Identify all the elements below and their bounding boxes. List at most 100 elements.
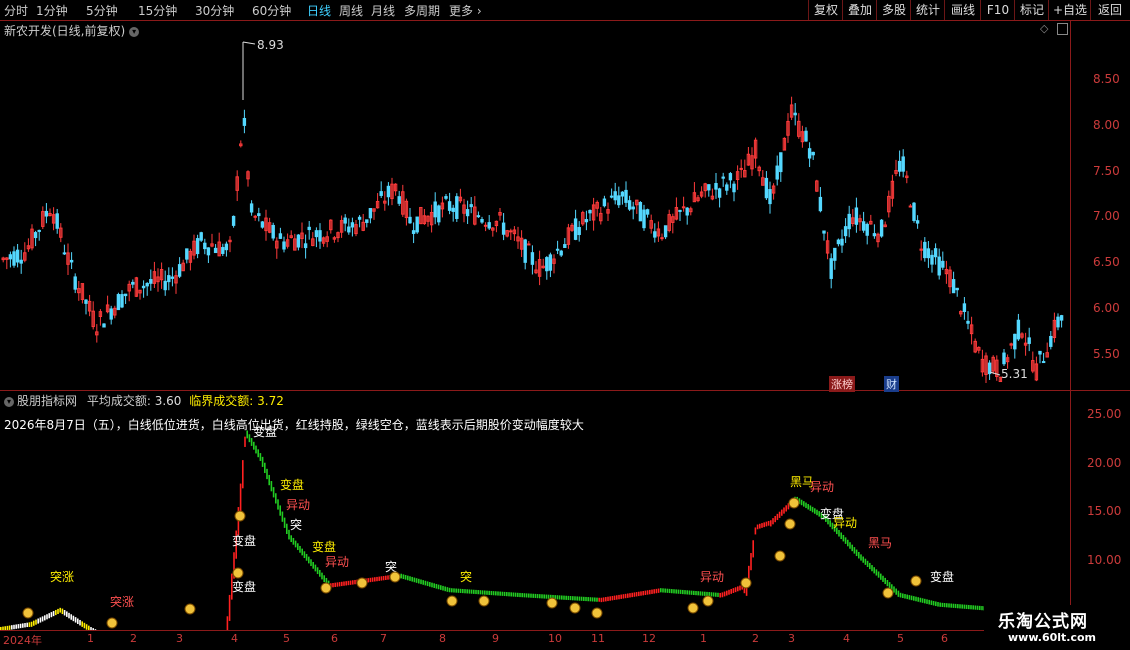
price-tick: 6.00 bbox=[1093, 301, 1120, 315]
draw-line-button[interactable]: 画线 bbox=[944, 0, 981, 20]
f10-button[interactable]: F10 bbox=[980, 0, 1015, 20]
mark-button[interactable]: 标记 bbox=[1014, 0, 1049, 20]
indicator-bar bbox=[851, 544, 853, 552]
axis-divider bbox=[1070, 20, 1071, 630]
indicator-bar bbox=[965, 604, 968, 609]
candle-body bbox=[822, 230, 826, 234]
money-bag-icon bbox=[702, 595, 714, 607]
candle-body bbox=[764, 177, 769, 199]
indicator-bar bbox=[629, 593, 631, 598]
indicator-bar bbox=[519, 592, 521, 598]
period-tab-5min[interactable]: 5分钟 bbox=[86, 2, 118, 19]
candle-body bbox=[602, 198, 607, 207]
period-tab-more[interactable]: 更多 › bbox=[449, 2, 482, 19]
candle-body bbox=[955, 287, 959, 291]
statistics-button[interactable]: 统计 bbox=[910, 0, 945, 20]
indicator-bar bbox=[475, 589, 477, 595]
candle-body bbox=[678, 209, 682, 212]
candle-body bbox=[933, 248, 938, 258]
period-tab-monthly[interactable]: 月线 bbox=[371, 2, 395, 19]
candle-body bbox=[12, 251, 16, 266]
indicator-bar bbox=[829, 520, 831, 527]
indicator-bar bbox=[532, 593, 534, 598]
date-tick: 4 bbox=[843, 632, 850, 645]
candle-body bbox=[941, 260, 945, 268]
indicator-bar bbox=[589, 597, 592, 602]
indicator-bar bbox=[22, 623, 24, 628]
add-watchlist-button[interactable]: +自选 bbox=[1048, 0, 1091, 20]
indicator-bar bbox=[776, 513, 779, 521]
back-button[interactable]: 返回 bbox=[1090, 0, 1129, 20]
candle-body bbox=[663, 225, 668, 238]
finance-tag[interactable]: 财 bbox=[884, 376, 899, 392]
candle-body bbox=[847, 213, 851, 230]
indicator-bar bbox=[79, 619, 81, 626]
candle-body bbox=[307, 226, 311, 231]
indicator-bar bbox=[52, 611, 55, 617]
indicator-bar bbox=[926, 599, 928, 604]
period-tab-weekly[interactable]: 周线 bbox=[339, 2, 363, 19]
period-tab-daily[interactable]: 日线 bbox=[307, 2, 331, 19]
indicator-bar bbox=[671, 589, 673, 594]
indicator-bar bbox=[479, 590, 482, 595]
overlay-button[interactable]: 叠加 bbox=[842, 0, 877, 20]
indicator-bar bbox=[26, 622, 28, 628]
indicator-bar bbox=[583, 596, 585, 601]
indicator-bar bbox=[778, 511, 781, 518]
indicator-bar bbox=[756, 524, 759, 530]
indicator-bar bbox=[530, 593, 532, 598]
indicator-bar bbox=[924, 598, 926, 604]
candle-body bbox=[120, 294, 124, 308]
indicator-bar bbox=[699, 591, 702, 596]
indicator-bar bbox=[246, 430, 248, 439]
indicator-chart: 变盘变盘异动突变盘异动变盘异动黑马变盘黑马异动变盘突涨突涨突突 异动 变盘 bbox=[0, 424, 1001, 630]
candle-body bbox=[149, 279, 153, 284]
candle-body bbox=[681, 206, 686, 209]
indicator-bar bbox=[431, 582, 433, 588]
restore-rights-button[interactable]: 复权 bbox=[808, 0, 843, 20]
gainers-tag[interactable]: 涨榜 bbox=[829, 376, 855, 392]
indicator-bar bbox=[635, 592, 638, 597]
indicator-bar bbox=[737, 586, 739, 592]
period-tab-30min[interactable]: 30分钟 bbox=[195, 2, 234, 19]
indicator-bar bbox=[860, 554, 862, 561]
money-bag-icon bbox=[446, 595, 458, 607]
period-tab-timeshare[interactable]: 分时 bbox=[4, 2, 28, 19]
candle-body bbox=[260, 221, 265, 228]
indicator-bar bbox=[653, 589, 655, 594]
indicator-bar bbox=[576, 596, 578, 601]
money-bag-icon bbox=[774, 550, 786, 562]
date-tick: 6 bbox=[331, 632, 338, 645]
indicator-bar bbox=[574, 596, 576, 601]
period-tab-1min[interactable]: 1分钟 bbox=[36, 2, 68, 19]
period-tab-multi[interactable]: 多周期 bbox=[404, 2, 440, 19]
indicator-bar bbox=[677, 589, 680, 594]
date-tick: 11 bbox=[591, 632, 605, 645]
period-tab-15min[interactable]: 15分钟 bbox=[138, 2, 177, 19]
money-bag-icon bbox=[234, 510, 246, 522]
candle-body bbox=[170, 276, 175, 279]
indicator-bar bbox=[277, 499, 279, 510]
candle-body bbox=[8, 254, 13, 260]
indicator-bar bbox=[800, 499, 803, 506]
money-bag-icon bbox=[788, 497, 800, 509]
indicator-bar bbox=[510, 592, 512, 597]
indicator-annotation: 异动 bbox=[325, 555, 349, 569]
indicator-bar bbox=[957, 604, 959, 609]
indicator-bar bbox=[41, 616, 44, 622]
indicator-bar bbox=[622, 594, 625, 599]
indicator-bar bbox=[448, 587, 451, 593]
candle-body bbox=[609, 195, 614, 198]
indicator-bar bbox=[886, 580, 889, 587]
multi-stock-button[interactable]: 多股 bbox=[876, 0, 911, 20]
indicator-bar bbox=[490, 590, 493, 596]
indicator-annotation: 突 bbox=[460, 569, 472, 584]
money-bag-icon bbox=[356, 577, 368, 589]
candle-body bbox=[714, 183, 718, 190]
indicator-bar bbox=[66, 611, 68, 617]
indicator-bar bbox=[902, 593, 904, 599]
candle-body bbox=[69, 259, 74, 263]
period-tab-60min[interactable]: 60分钟 bbox=[252, 2, 291, 19]
money-bag-icon bbox=[784, 518, 796, 530]
candle-body bbox=[966, 320, 970, 324]
